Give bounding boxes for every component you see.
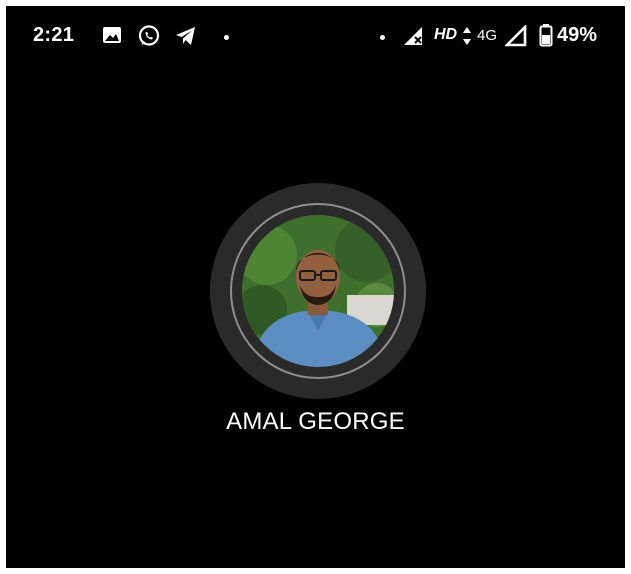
avatar [242, 215, 394, 367]
signal-icon [503, 23, 529, 52]
signal-no-service-icon [402, 25, 426, 52]
status-bar: 2:21 HD 4G 49% [6, 6, 625, 66]
data-arrows-icon [462, 25, 472, 52]
notification-dot [224, 35, 229, 40]
telegram-icon [174, 24, 198, 53]
call-screen: 2:21 HD 4G 49% AMAL GEORGE [6, 6, 625, 568]
hd-voice-label: HD [434, 26, 458, 43]
image-icon [101, 24, 123, 51]
whatsapp-icon [137, 24, 161, 53]
battery-icon [539, 23, 553, 52]
notification-dot-right [380, 35, 385, 40]
battery-percent: 49% [557, 24, 598, 46]
network-type-label: 4G [477, 27, 498, 44]
contact-name: AMAL GEORGE [226, 408, 405, 435]
status-time: 2:21 [33, 24, 75, 46]
